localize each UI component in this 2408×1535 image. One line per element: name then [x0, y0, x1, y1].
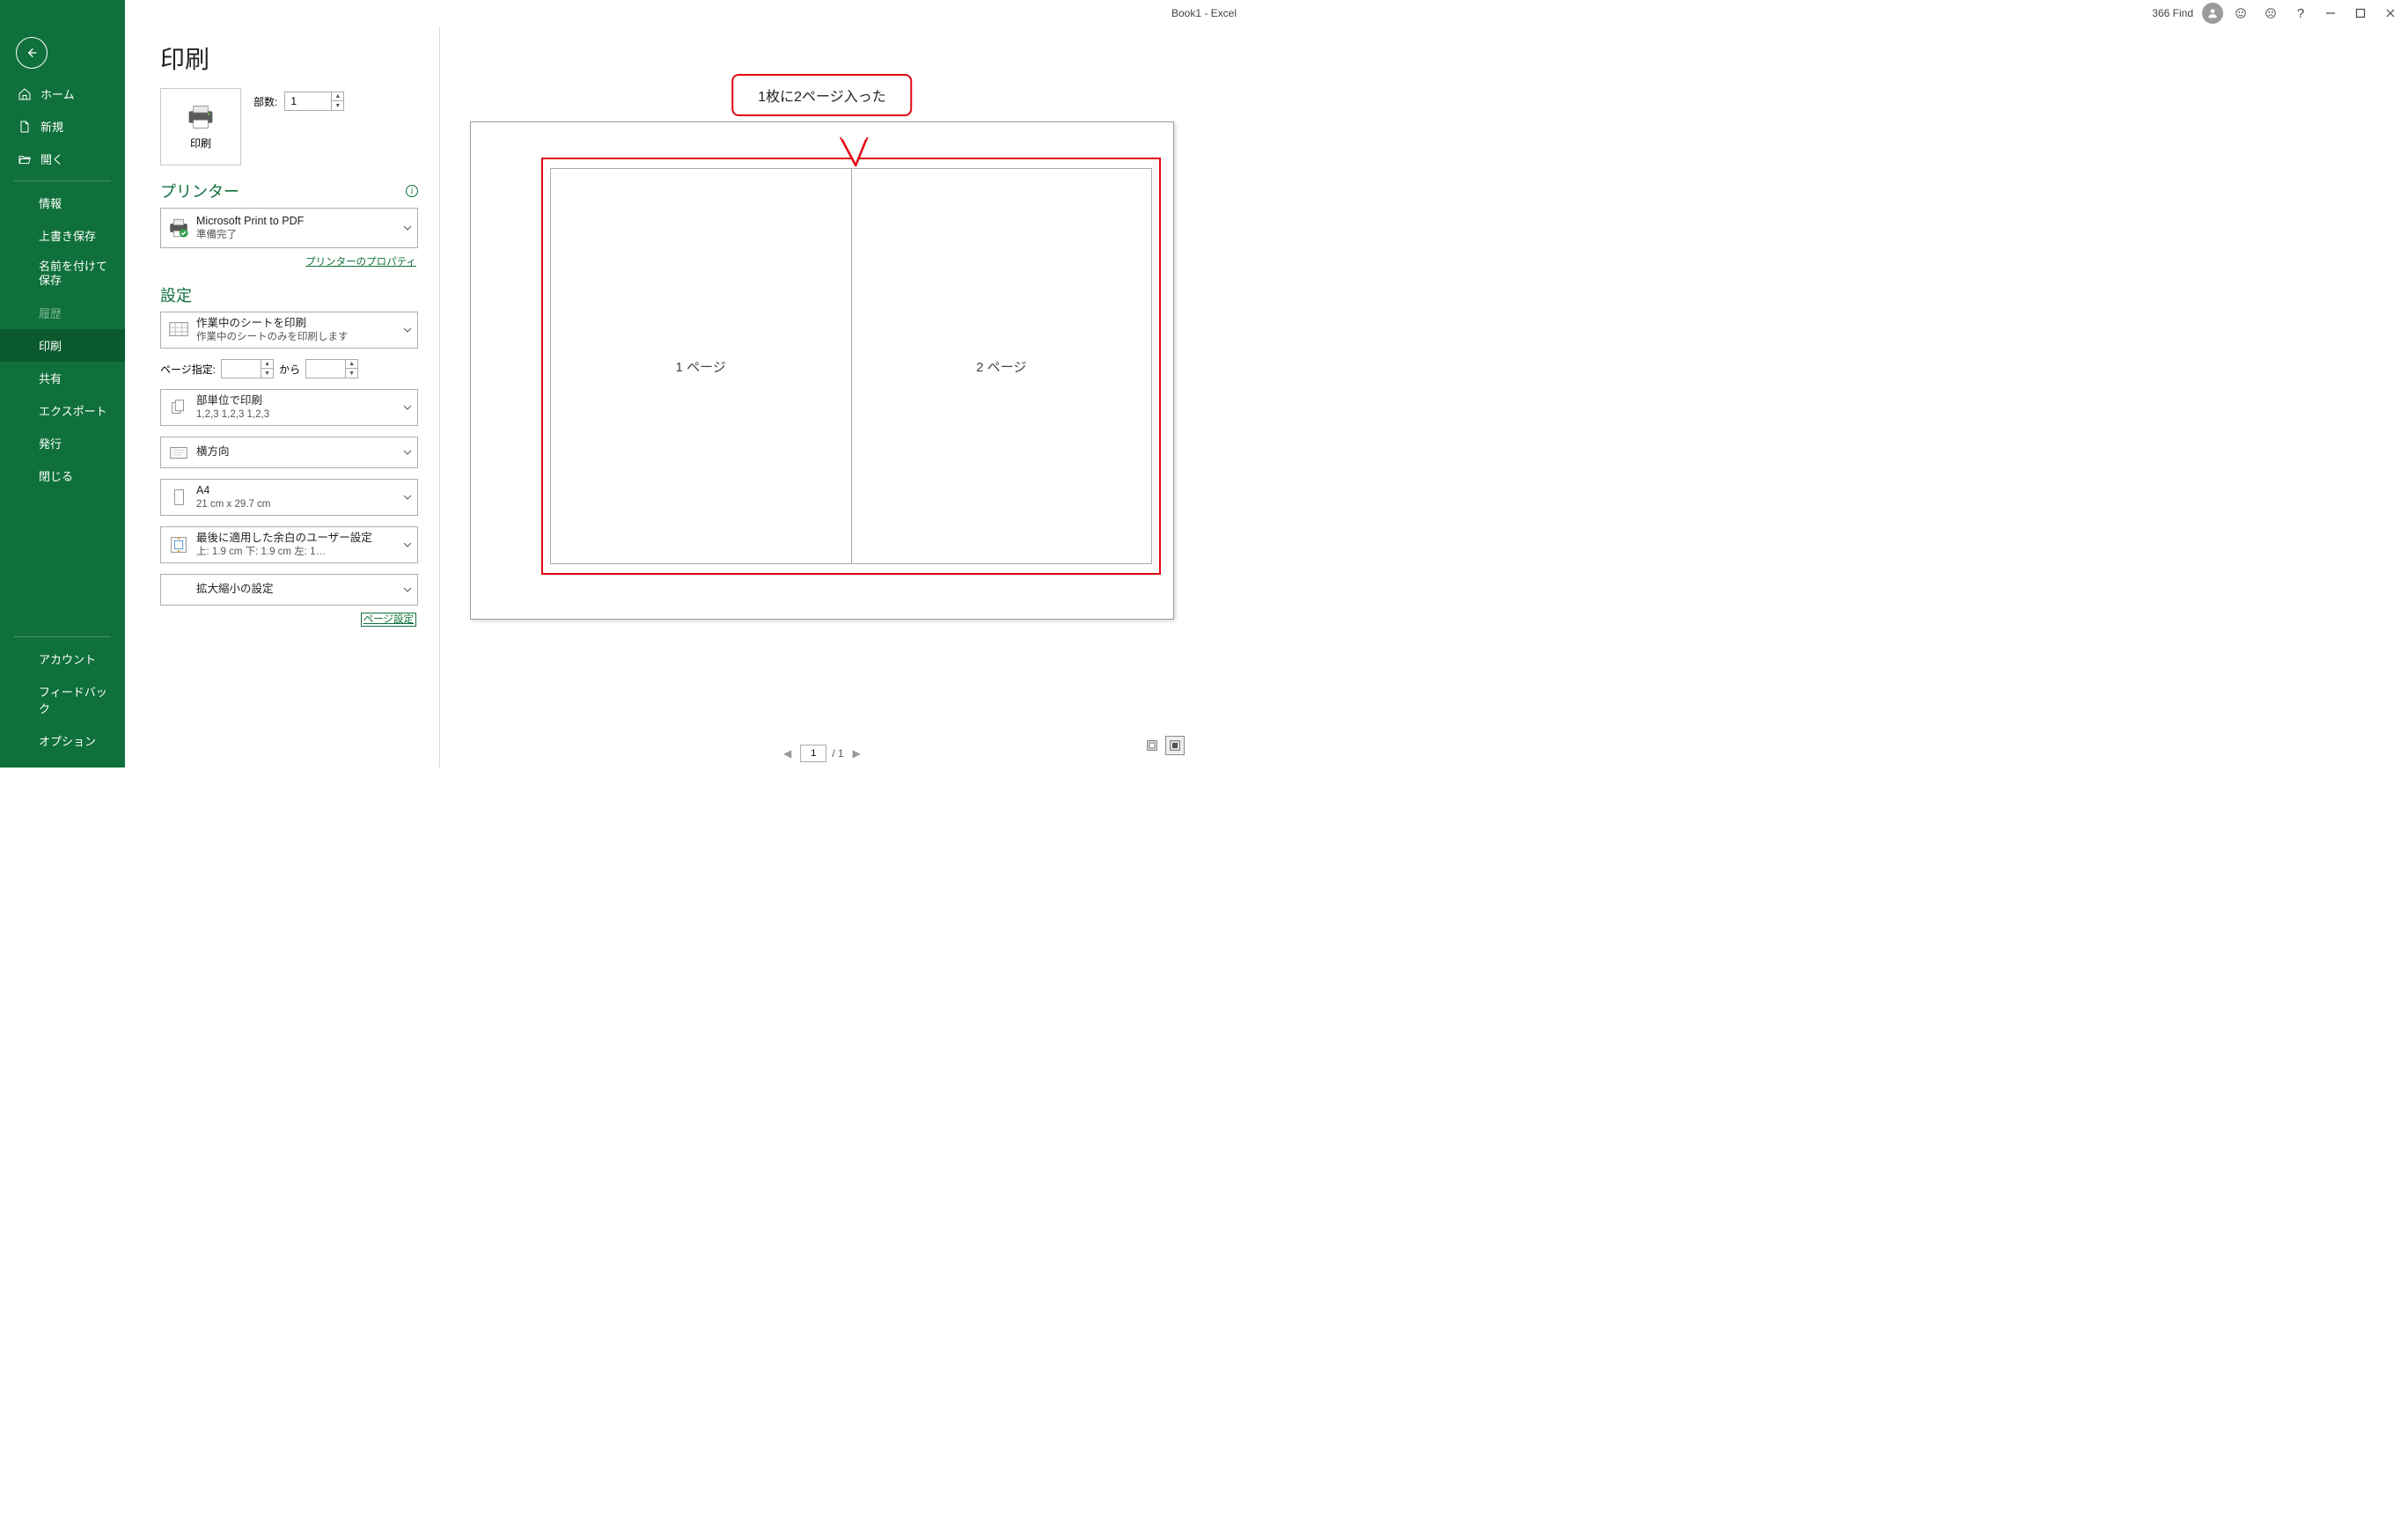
page-range-sep: から	[279, 362, 300, 377]
nav-close[interactable]: 閉じる	[0, 459, 125, 492]
orientation-l1: 横方向	[196, 445, 398, 459]
prev-page-button[interactable]: ◀	[780, 745, 795, 761]
nav-print[interactable]: 印刷	[0, 329, 125, 362]
preview-subpage-2: 2 ページ	[851, 168, 1153, 564]
scaling-dropdown[interactable]: 拡大縮小の設定	[160, 574, 418, 606]
frown-icon[interactable]	[2258, 1, 2283, 26]
annotation-callout: 1枚に2ページ入った	[731, 74, 912, 116]
nav-new-label: 新規	[40, 118, 63, 135]
chevron-down-icon	[398, 224, 417, 232]
print-what-l2: 作業中のシートのみを印刷します	[196, 331, 398, 343]
nav-separator-bottom	[14, 636, 111, 637]
window-title: Book1 - Excel	[1171, 7, 1237, 19]
copies-input[interactable]	[285, 92, 331, 110]
copies-up[interactable]: ▲	[332, 92, 343, 101]
margins-icon	[161, 533, 196, 556]
smile-icon[interactable]	[2228, 1, 2253, 26]
nav-saveas[interactable]: 名前を付けて保存	[0, 252, 125, 297]
page-heading: 印刷	[160, 40, 418, 76]
collate-dropdown[interactable]: 部単位で印刷 1,2,3 1,2,3 1,2,3	[160, 389, 418, 426]
page-to-spinbox[interactable]: ▲▼	[305, 359, 358, 378]
paper-l1: A4	[196, 484, 398, 498]
page-range-label: ページ指定:	[160, 362, 216, 377]
annotation-text: 1枚に2ページ入った	[758, 90, 885, 105]
zoom-to-page-button[interactable]	[1165, 736, 1185, 755]
nav-separator	[14, 180, 111, 181]
next-page-button[interactable]: ▶	[849, 745, 864, 761]
page-setup-link[interactable]: ページ設定	[361, 613, 416, 627]
backstage-sidebar: ホーム 新規 開く 情報 上書き保存 名前を付けて保存 履歴 印刷 共有 エクス…	[0, 0, 125, 768]
page-to-input[interactable]	[306, 360, 345, 378]
user-avatar[interactable]	[2202, 3, 2223, 24]
margins-dropdown[interactable]: 最後に適用した余白のユーザー設定 上: 1.9 cm 下: 1.9 cm 左: …	[160, 526, 418, 563]
page-from-spinbox[interactable]: ▲▼	[221, 359, 274, 378]
orientation-dropdown[interactable]: 横方向	[160, 437, 418, 468]
printer-properties-link[interactable]: プリンターのプロパティ	[305, 257, 416, 268]
nav-publish[interactable]: 発行	[0, 427, 125, 459]
print-what-l1: 作業中のシートを印刷	[196, 317, 398, 331]
show-margins-button[interactable]	[1142, 736, 1162, 755]
printer-dropdown[interactable]: Microsoft Print to PDF 準備完了	[160, 208, 418, 248]
nav-open-label: 開く	[40, 151, 63, 167]
paper-l2: 21 cm x 29.7 cm	[196, 498, 398, 510]
nav-share[interactable]: 共有	[0, 362, 125, 394]
current-page-input[interactable]	[800, 745, 826, 762]
help-icon[interactable]: ?	[2288, 1, 2313, 26]
settings-heading: 設定	[160, 283, 192, 306]
collate-l1: 部単位で印刷	[196, 394, 398, 408]
print-button-label: 印刷	[190, 136, 211, 151]
print-button[interactable]: 印刷	[160, 88, 241, 165]
sheet-icon	[161, 319, 196, 342]
file-icon	[18, 120, 32, 134]
scaling-l1: 拡大縮小の設定	[196, 583, 398, 597]
orientation-icon	[161, 441, 196, 464]
user-label: 366 Find	[2152, 7, 2193, 19]
preview-page: 1 ページ 2 ページ	[470, 121, 1174, 620]
margins-l2: 上: 1.9 cm 下: 1.9 cm 左: 1…	[196, 546, 398, 558]
info-icon[interactable]: i	[406, 185, 418, 197]
printer-icon	[183, 104, 218, 130]
print-what-dropdown[interactable]: 作業中のシートを印刷 作業中のシートのみを印刷します	[160, 312, 418, 349]
nav-feedback[interactable]: フィードバック	[0, 675, 125, 724]
printer-status: 準備完了	[196, 229, 398, 241]
printer-heading: プリンター	[160, 180, 239, 202]
home-icon	[18, 87, 32, 101]
nav-open[interactable]: 開く	[0, 143, 125, 175]
title-bar: Book1 - Excel 366 Find ?	[0, 0, 2408, 26]
page-from-input[interactable]	[222, 360, 261, 378]
nav-options[interactable]: オプション	[0, 724, 125, 757]
print-settings-panel: 印刷 印刷 部数: ▲	[125, 26, 440, 768]
maximize-button[interactable]	[2348, 1, 2373, 26]
folder-open-icon	[18, 152, 32, 166]
paper-size-dropdown[interactable]: A4 21 cm x 29.7 cm	[160, 479, 418, 516]
preview-subpage-1: 1 ページ	[550, 168, 851, 564]
copies-label: 部数:	[253, 94, 277, 109]
nav-home[interactable]: ホーム	[0, 77, 125, 110]
nav-new[interactable]: 新規	[0, 110, 125, 143]
nav-export[interactable]: エクスポート	[0, 394, 125, 427]
nav-history: 履歴	[0, 297, 125, 329]
collate-icon	[161, 396, 196, 419]
total-pages: / 1	[832, 747, 843, 760]
print-preview-panel: 1枚に2ページ入った 1 ページ 2 ページ	[440, 26, 1204, 768]
back-button[interactable]	[16, 37, 48, 69]
copies-down[interactable]: ▼	[332, 101, 343, 111]
nav-home-label: ホーム	[40, 85, 75, 102]
margins-l1: 最後に適用した余白のユーザー設定	[196, 532, 398, 546]
close-button[interactable]	[2378, 1, 2403, 26]
copies-spinbox[interactable]: ▲ ▼	[284, 92, 344, 111]
printer-name: Microsoft Print to PDF	[196, 215, 398, 229]
nav-info[interactable]: 情報	[0, 187, 125, 219]
paper-icon	[161, 486, 196, 509]
printer-status-icon	[161, 217, 196, 239]
collate-l2: 1,2,3 1,2,3 1,2,3	[196, 408, 398, 421]
minimize-button[interactable]	[2318, 1, 2343, 26]
nav-account[interactable]: アカウント	[0, 643, 125, 675]
nav-save[interactable]: 上書き保存	[0, 219, 125, 252]
